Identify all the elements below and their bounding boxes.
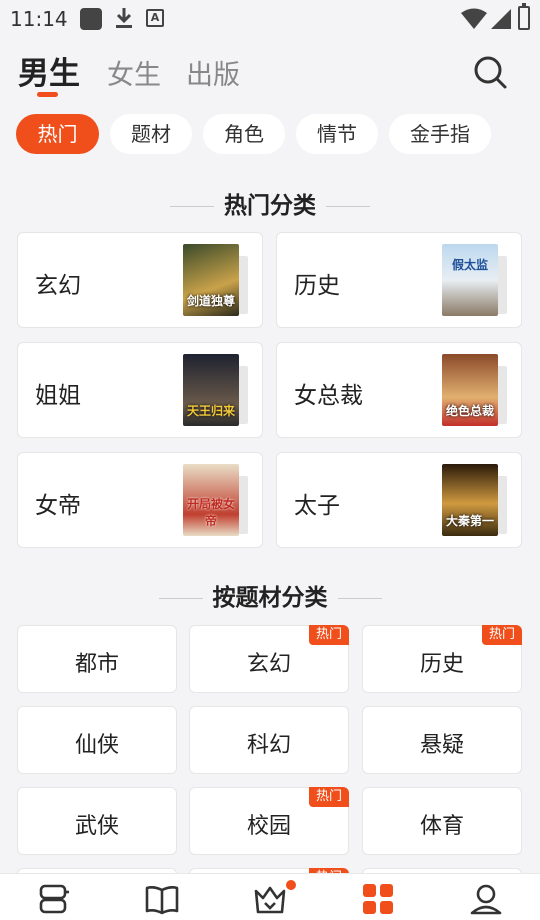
status-bar: 11:14 A (0, 0, 540, 36)
genre-card-sports[interactable]: 体育 (362, 787, 522, 855)
genre-card-scifi[interactable]: 科幻 (189, 706, 349, 774)
chip-plot[interactable]: 情节 (296, 114, 378, 154)
download-icon (116, 8, 132, 28)
category-label: 太子 (294, 493, 340, 519)
category-label: 女总裁 (294, 383, 363, 409)
battery-icon (518, 3, 530, 30)
category-card-xuanhuan[interactable]: 玄幻 剑道独尊 (17, 232, 263, 328)
chip-theme[interactable]: 题材 (110, 114, 192, 154)
genre-card-xuanhuan[interactable]: 玄幻 热门 (189, 625, 349, 693)
chip-hot[interactable]: 热门 (16, 114, 99, 154)
signal-icon (491, 9, 511, 29)
category-card-prince[interactable]: 太子 大秦第一 (276, 452, 522, 548)
active-tab-indicator (37, 92, 58, 97)
chip-role[interactable]: 角色 (203, 114, 285, 154)
genre-card-urban[interactable]: 都市 (17, 625, 177, 693)
category-label: 女帝 (35, 493, 81, 519)
category-label: 玄幻 (35, 273, 81, 299)
font-a-icon: A (146, 9, 164, 27)
tab-publishing[interactable]: 出版 (186, 53, 240, 92)
category-card-history[interactable]: 历史 假太监 (276, 232, 522, 328)
chip-golden-finger[interactable]: 金手指 (389, 114, 491, 154)
book-cover: 假太监 (442, 244, 498, 316)
profile-icon[interactable] (468, 881, 504, 917)
bookshelf-icon[interactable] (36, 881, 72, 917)
category-label: 历史 (294, 273, 340, 299)
genre-heading: 按题材分类 (0, 578, 540, 612)
hot-categories-heading: 热门分类 (0, 186, 540, 220)
status-time: 11:14 (10, 7, 68, 31)
category-label: 姐姐 (35, 383, 81, 409)
bottom-navigation (0, 873, 540, 920)
hot-badge: 热门 (309, 787, 349, 807)
book-cover: 天王归来 (183, 354, 239, 426)
stop-icon (80, 8, 102, 30)
hot-badge: 热门 (482, 625, 522, 645)
book-cover: 大秦第一 (442, 464, 498, 536)
genre-card-history[interactable]: 历史 热门 (362, 625, 522, 693)
wifi-icon (461, 8, 487, 29)
category-grid-icon[interactable] (360, 881, 396, 917)
open-book-icon[interactable] (144, 881, 180, 917)
category-card-empress[interactable]: 女帝 开局被女帝 (17, 452, 263, 548)
search-icon[interactable] (472, 54, 508, 90)
hot-badge: 热门 (309, 625, 349, 645)
book-cover: 绝色总裁 (442, 354, 498, 426)
crown-icon[interactable] (252, 881, 288, 917)
genre-card-mystery[interactable]: 悬疑 (362, 706, 522, 774)
genre-card-campus[interactable]: 校园 热门 (189, 787, 349, 855)
genre-card-xianxia[interactable]: 仙侠 (17, 706, 177, 774)
book-cover: 开局被女帝 (183, 464, 239, 536)
category-card-sister[interactable]: 姐姐 天王归来 (17, 342, 263, 438)
notification-dot (286, 880, 296, 890)
book-cover: 剑道独尊 (183, 244, 239, 316)
tab-female[interactable]: 女生 (107, 53, 161, 92)
genre-card-wuxia[interactable]: 武侠 (17, 787, 177, 855)
tab-male[interactable]: 男生 (18, 48, 80, 93)
category-card-female-ceo[interactable]: 女总裁 绝色总裁 (276, 342, 522, 438)
